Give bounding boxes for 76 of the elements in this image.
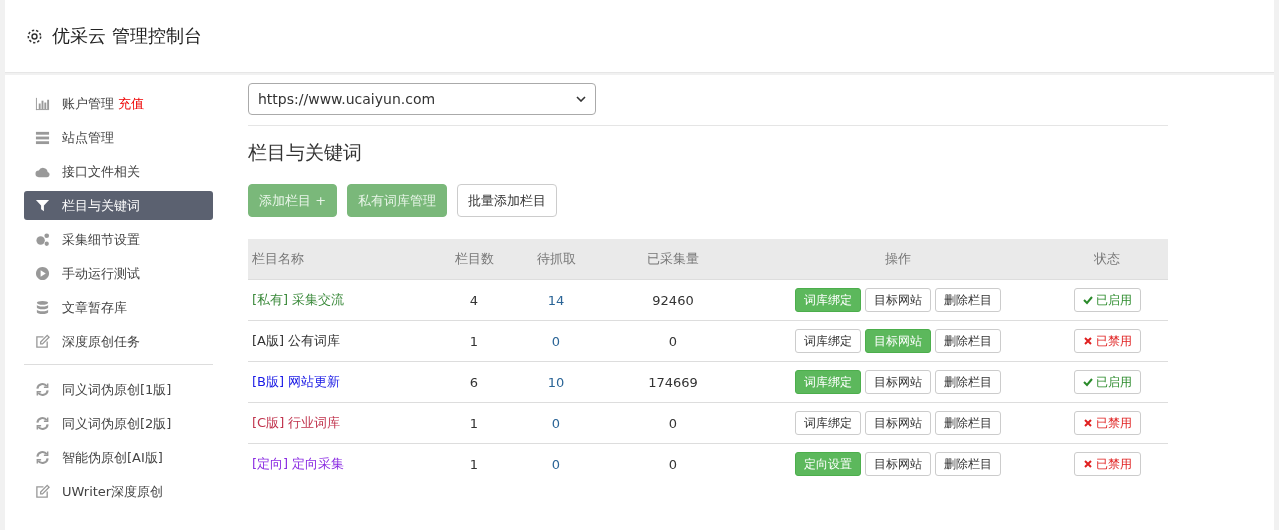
action-button[interactable]: 目标网站 [864, 288, 931, 312]
status-button[interactable]: 已禁用 [1073, 329, 1141, 353]
sidebar-item[interactable]: 手动运行测试 [24, 259, 213, 288]
column-header: 状态 [1046, 239, 1168, 280]
gears-icon [35, 232, 50, 247]
table-cell: 10 [547, 374, 565, 390]
table-cell: 174669 [648, 374, 698, 390]
column-header: 待抓取 [515, 239, 597, 280]
sidebar-item[interactable]: 同义词伪原创[2版] [24, 409, 213, 438]
sidebar-item[interactable]: 站点管理 [24, 123, 213, 152]
table-cell: 4 [469, 292, 479, 308]
column-name[interactable]: [私有] 采集交流 [252, 292, 345, 307]
table-cell: 1 [469, 456, 479, 472]
action-button[interactable]: 删除栏目 [934, 411, 1001, 435]
toolbar-button[interactable]: 批量添加栏目 [457, 184, 558, 217]
table-cell: 0 [551, 415, 561, 431]
status-button[interactable]: 已启用 [1073, 288, 1141, 312]
cross-icon [1082, 418, 1093, 428]
table-cell: 1 [469, 333, 479, 349]
table-cell: 92460 [652, 292, 694, 308]
edit-icon [35, 334, 50, 349]
column-name[interactable]: [B版] 网站更新 [252, 374, 341, 389]
column-name[interactable]: [定向] 定向采集 [252, 456, 345, 471]
chevron-down-icon [576, 96, 586, 102]
sidebar-item[interactable]: 账户管理 充值 [24, 89, 213, 118]
sidebar-item[interactable]: 采集细节设置 [24, 225, 213, 254]
sidebar-item[interactable]: 智能伪原创[AI版] [24, 443, 213, 472]
section-title: 栏目与关键词 [248, 140, 363, 165]
play-icon [35, 266, 50, 281]
action-button[interactable]: 词库绑定 [794, 411, 861, 435]
refresh-icon [35, 382, 50, 397]
status-button[interactable]: 已启用 [1073, 370, 1141, 394]
table-cell: 14 [547, 292, 565, 308]
edit-icon [35, 484, 50, 499]
recharge-link[interactable]: 充值 [118, 94, 144, 113]
database-icon [35, 300, 50, 315]
cross-icon [1082, 459, 1093, 469]
console-title: 优采云 管理控制台 [52, 24, 202, 48]
status-button[interactable]: 已禁用 [1073, 452, 1141, 476]
refresh-icon [35, 450, 50, 465]
action-button[interactable]: 删除栏目 [934, 329, 1001, 353]
table-cell: 0 [551, 333, 561, 349]
sidebar-item[interactable]: 栏目与关键词 [24, 191, 213, 220]
column-header: 已采集量 [597, 239, 749, 280]
cross-icon [1082, 336, 1093, 346]
action-button[interactable]: 词库绑定 [794, 329, 861, 353]
column-name[interactable]: [C版] 行业词库 [252, 415, 341, 430]
bar-chart-icon [35, 96, 50, 111]
status-button[interactable]: 已禁用 [1073, 411, 1141, 435]
action-button[interactable]: 目标网站 [864, 370, 931, 394]
action-button[interactable]: 删除栏目 [934, 452, 1001, 476]
site-select[interactable]: https://www.ucaiyun.com [248, 83, 596, 115]
column-header: 栏目数 [433, 239, 515, 280]
table-cell: 0 [668, 415, 678, 431]
table-cell: 1 [469, 415, 479, 431]
action-button[interactable]: 删除栏目 [934, 288, 1001, 312]
table-cell: 0 [668, 333, 678, 349]
action-button[interactable]: 目标网站 [864, 411, 931, 435]
sidebar-item[interactable]: 深度原创任务 [24, 327, 213, 356]
sidebar-item[interactable]: 接口文件相关 [24, 157, 213, 186]
filter-icon [35, 198, 50, 213]
table-cell: 6 [469, 374, 479, 390]
sidebar-item[interactable]: 文章暂存库 [24, 293, 213, 322]
table-cell: 0 [668, 456, 678, 472]
action-button[interactable]: 删除栏目 [934, 370, 1001, 394]
column-header: 栏目名称 [248, 239, 433, 280]
check-icon [1082, 377, 1093, 387]
column-name[interactable]: [A版] 公有词库 [252, 333, 341, 348]
sidebar-item[interactable]: 同义词伪原创[1版] [24, 375, 213, 404]
refresh-icon [35, 416, 50, 431]
server-icon [35, 130, 50, 145]
action-button[interactable]: 目标网站 [864, 452, 931, 476]
column-header: 操作 [749, 239, 1046, 280]
check-icon [1082, 295, 1093, 305]
sidebar-item[interactable]: UWriter深度原创 [24, 477, 213, 506]
table-cell: 0 [551, 456, 561, 472]
